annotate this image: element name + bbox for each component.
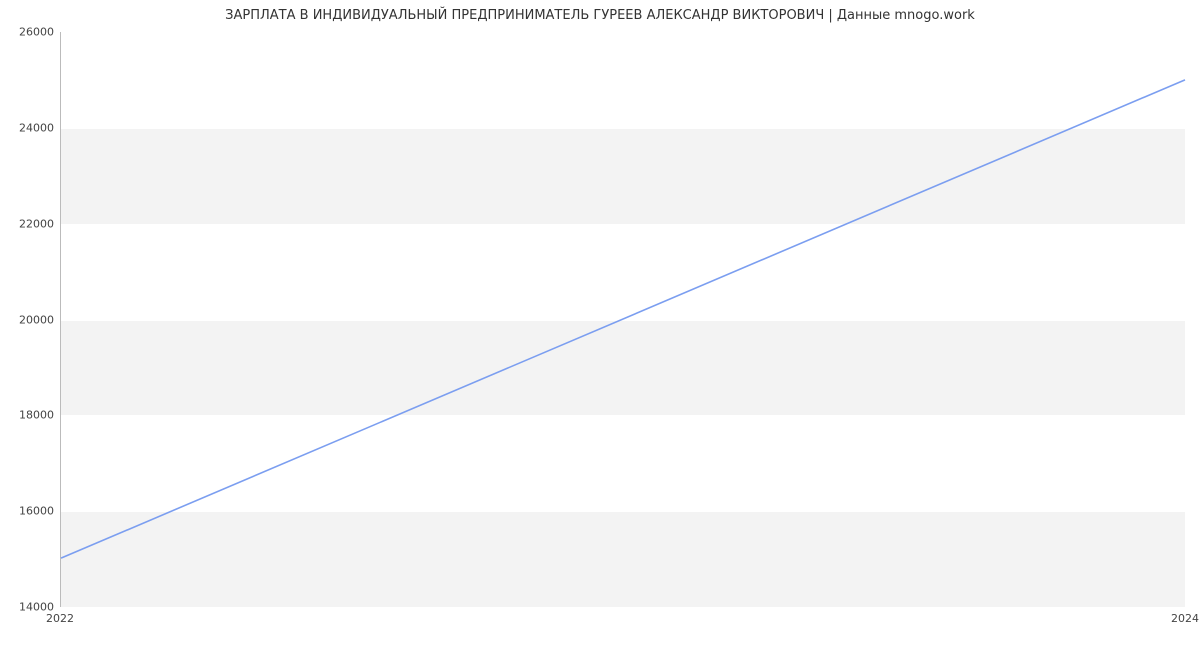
y-tick-label: 16000 (8, 505, 54, 518)
grid-line (61, 607, 1185, 608)
chart-container: ЗАРПЛАТА В ИНДИВИДУАЛЬНЫЙ ПРЕДПРИНИМАТЕЛ… (0, 0, 1200, 650)
y-tick-label: 20000 (8, 313, 54, 326)
chart-title: ЗАРПЛАТА В ИНДИВИДУАЛЬНЫЙ ПРЕДПРИНИМАТЕЛ… (0, 8, 1200, 23)
x-tick-label: 2022 (46, 612, 74, 625)
y-tick-label: 26000 (8, 26, 54, 39)
y-tick-label: 18000 (8, 409, 54, 422)
y-tick-label: 22000 (8, 217, 54, 230)
x-tick-label: 2024 (1171, 612, 1199, 625)
y-tick-label: 24000 (8, 121, 54, 134)
line-series (61, 32, 1185, 606)
plot-area (60, 32, 1185, 607)
